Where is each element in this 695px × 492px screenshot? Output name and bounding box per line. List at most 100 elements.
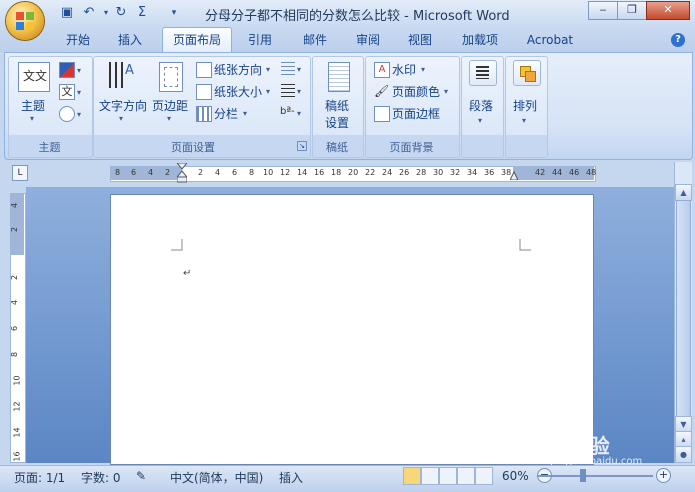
hyphenation-icon[interactable]: bª- [280, 106, 295, 117]
columns-icon [196, 106, 212, 122]
ruler-tick-label: 36 [484, 168, 495, 177]
print-layout-view-icon[interactable] [403, 467, 421, 485]
tab-stop-selector[interactable]: L [12, 165, 28, 181]
theme-dropdown-icon[interactable]: ▾ [30, 114, 34, 123]
manuscript-icon [328, 62, 350, 92]
scroll-thumb[interactable] [676, 200, 691, 417]
page-border-icon [374, 106, 390, 122]
breaks-dropdown-icon[interactable]: ▾ [297, 65, 301, 74]
word-count[interactable]: 字数: 0 [81, 469, 121, 486]
line-numbers-icon[interactable] [281, 84, 295, 98]
margins-dropdown-icon[interactable]: ▾ [167, 114, 171, 123]
full-screen-reading-view-icon[interactable] [421, 467, 439, 485]
equation-icon[interactable]: Σ [133, 5, 151, 21]
minimize-button[interactable]: ‒ [588, 1, 618, 20]
tab-references[interactable]: 引用 [240, 28, 280, 52]
paper-size-icon [196, 84, 212, 100]
theme-effects-icon[interactable] [59, 106, 75, 122]
paragraph-icon [469, 60, 497, 86]
select-browse-object-icon[interactable]: ● [675, 446, 692, 463]
tab-insert[interactable]: 插入 [110, 28, 150, 52]
tab-acrobat[interactable]: Acrobat [520, 28, 580, 52]
ruler-tick-label: 34 [467, 168, 478, 177]
ruler-tick-label: 12 [280, 168, 291, 177]
ruler-tick-label: 8 [115, 168, 121, 177]
ruler-tick-label: 2 [165, 168, 171, 177]
vertical-ruler-tick-label: 8 [10, 351, 20, 358]
tab-addins[interactable]: 加载项 [455, 28, 505, 52]
orientation-dropdown-icon[interactable]: ▾ [266, 65, 270, 74]
zoom-slider[interactable] [537, 475, 653, 477]
text-direction-icon: A [105, 60, 137, 92]
customize-toolbar-icon[interactable]: ▾ [165, 5, 183, 21]
arrange-dropdown-icon[interactable]: ▾ [522, 116, 526, 125]
page-color-dropdown-icon[interactable]: ▾ [444, 87, 448, 96]
tab-review[interactable]: 审阅 [348, 28, 388, 52]
paper-size-dropdown-icon[interactable]: ▾ [266, 87, 270, 96]
top-right-margin-corner-icon [519, 239, 531, 251]
ruler-left-margin [110, 166, 182, 180]
page-count[interactable]: 页面: 1/1 [14, 469, 65, 486]
watermark-button[interactable]: 水印 [392, 61, 416, 78]
orientation-button[interactable]: 纸张方向 [214, 61, 262, 78]
manuscript-button-line2[interactable]: 设置 [325, 114, 349, 131]
zoom-level[interactable]: 60% [502, 469, 529, 483]
ruler-tick-label: 8 [249, 168, 255, 177]
line-numbers-dropdown-icon[interactable]: ▾ [297, 87, 301, 96]
arrange-button[interactable]: 排列 [513, 97, 537, 114]
help-icon[interactable]: ? [671, 33, 685, 47]
draft-view-icon[interactable] [475, 467, 493, 485]
ruler-tick-label: 24 [382, 168, 393, 177]
manuscript-button-line1[interactable]: 稿纸 [325, 97, 349, 114]
paper-size-button[interactable]: 纸张大小 [214, 83, 262, 100]
undo-icon[interactable]: ↶ [80, 5, 98, 21]
ruler-tick-label: 22 [365, 168, 376, 177]
indent-marker-icon[interactable] [175, 162, 189, 183]
page-setup-launcher-icon[interactable]: ↘ [297, 141, 307, 151]
page-color-button[interactable]: 页面颜色 [392, 83, 440, 100]
page-color-icon: 🖌 [374, 84, 390, 98]
scroll-up-icon[interactable]: ▲ [675, 184, 692, 201]
ruler-tick-label: 48 [586, 168, 597, 177]
theme-fonts-dropdown-icon[interactable]: ▾ [77, 88, 81, 97]
zoom-in-icon[interactable]: + [656, 468, 671, 483]
margins-button[interactable]: 页边距 [152, 97, 188, 114]
office-button[interactable] [6, 2, 44, 40]
theme-fonts-icon[interactable]: 文 [59, 84, 75, 100]
close-button[interactable]: ✕ [646, 1, 690, 20]
web-layout-view-icon[interactable] [439, 467, 457, 485]
maximize-button[interactable]: ❐ [617, 1, 647, 20]
language-indicator[interactable]: 中文(简体，中国) [170, 469, 263, 486]
redo-icon[interactable]: ↻ [112, 5, 130, 21]
top-left-margin-corner-icon [171, 239, 183, 251]
hyphenation-dropdown-icon[interactable]: ▾ [297, 109, 301, 118]
breaks-icon[interactable] [281, 62, 295, 76]
outline-view-icon[interactable] [457, 467, 475, 485]
tab-home[interactable]: 开始 [58, 28, 98, 52]
proofing-icon[interactable]: ✎ [136, 469, 146, 483]
watermark-dropdown-icon[interactable]: ▾ [421, 65, 425, 74]
vertical-ruler-tick-label: 16 [12, 451, 22, 462]
theme-colors-dropdown-icon[interactable]: ▾ [77, 66, 81, 75]
text-direction-dropdown-icon[interactable]: ▾ [119, 114, 123, 123]
insert-mode-indicator[interactable]: 插入 [279, 469, 303, 486]
tab-page-layout[interactable]: 页面布局 [162, 27, 232, 53]
theme-button[interactable]: 主题 [21, 97, 45, 114]
page-border-button[interactable]: 页面边框 [392, 105, 440, 122]
text-direction-button[interactable]: 文字方向 [99, 97, 147, 114]
tab-mailings[interactable]: 邮件 [295, 28, 335, 52]
theme-colors-icon[interactable] [59, 62, 75, 78]
right-indent-marker-icon[interactable] [509, 169, 519, 181]
columns-dropdown-icon[interactable]: ▾ [243, 109, 247, 118]
columns-button[interactable]: 分栏 [214, 105, 238, 122]
theme-effects-dropdown-icon[interactable]: ▾ [77, 110, 81, 119]
save-icon[interactable]: ▣ [58, 5, 76, 21]
zoom-slider-thumb[interactable] [580, 469, 586, 482]
document-page[interactable]: ↵ [110, 194, 594, 465]
paragraph-button[interactable]: 段落 [469, 97, 493, 114]
window-title: 分母分子都不相同的分数怎么比较 - Microsoft Word [205, 9, 510, 24]
paragraph-dropdown-icon[interactable]: ▾ [478, 116, 482, 125]
tab-view[interactable]: 视图 [400, 28, 440, 52]
vertical-ruler-tick-label: 2 [10, 226, 20, 233]
ruler-tick-label: 10 [263, 168, 274, 177]
